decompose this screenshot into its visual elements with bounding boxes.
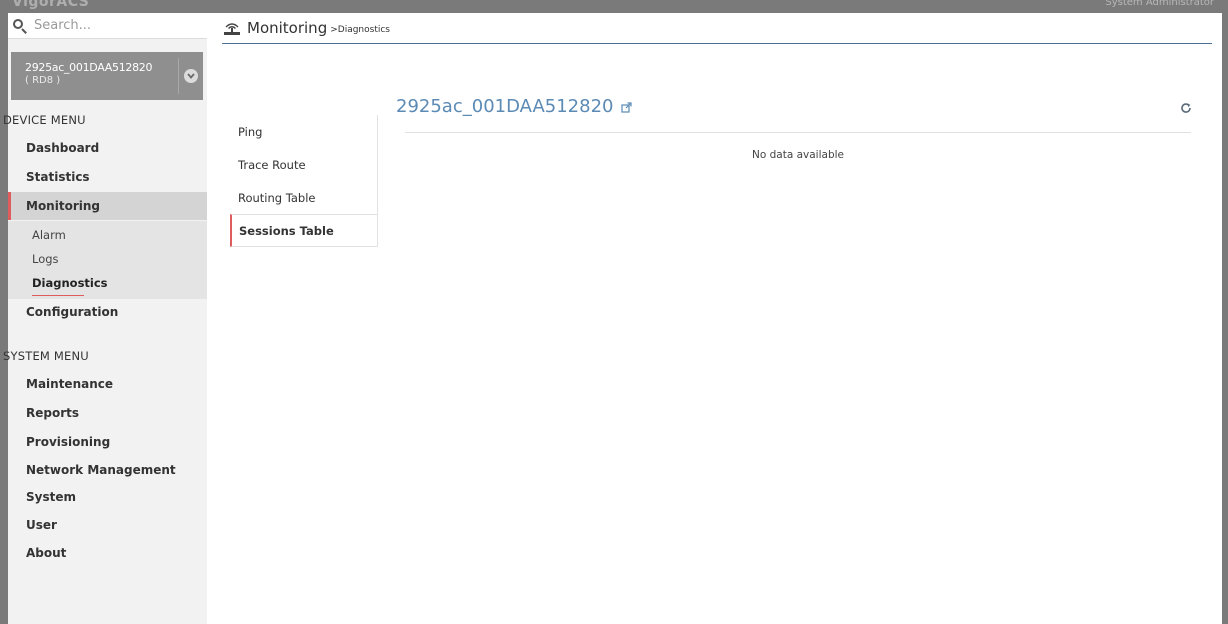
content-header: 2925ac_001DAA512820 xyxy=(396,95,633,118)
refresh-icon[interactable] xyxy=(1180,99,1192,118)
search-input[interactable] xyxy=(34,18,194,33)
sidebar-subitem-diagnostics[interactable]: Diagnostics xyxy=(8,271,207,295)
sidebar-item-reports[interactable]: Reports xyxy=(8,399,207,427)
breadcrumb: Monitoring >Diagnostics xyxy=(222,13,390,43)
main-content: Monitoring >Diagnostics Ping Trace Route… xyxy=(207,13,1222,624)
monitoring-icon xyxy=(222,20,242,36)
tab-trace-route[interactable]: Trace Route xyxy=(230,148,378,181)
header-divider xyxy=(222,43,1212,44)
empty-state-message: No data available xyxy=(752,149,844,161)
tab-routing-table[interactable]: Routing Table xyxy=(230,181,378,214)
system-menu-heading: SYSTEM MENU xyxy=(3,349,89,363)
sidebar-subitem-logs[interactable]: Logs xyxy=(8,247,207,271)
content-divider xyxy=(405,132,1191,133)
monitoring-submenu: Alarm Logs Diagnostics xyxy=(8,221,207,299)
device-title: 2925ac_001DAA512820 xyxy=(396,96,614,117)
search-icon xyxy=(12,18,28,34)
window-edge-right xyxy=(1222,13,1228,624)
sidebar-item-configuration[interactable]: Configuration xyxy=(8,298,207,326)
sidebar-item-provisioning[interactable]: Provisioning xyxy=(8,428,207,456)
app-window: VigorACS System Administrator 2925ac_001… xyxy=(0,0,1228,624)
device-selector[interactable]: 2925ac_001DAA512820 ( RD8 ) xyxy=(11,52,203,100)
window-edge-left xyxy=(0,13,8,624)
device-menu-heading: DEVICE MENU xyxy=(3,113,86,127)
sidebar-item-dashboard[interactable]: Dashboard xyxy=(8,134,207,162)
sidebar-item-network-management[interactable]: Network Management xyxy=(8,456,207,484)
sidebar: 2925ac_001DAA512820 ( RD8 ) DEVICE MENU … xyxy=(3,13,207,624)
sidebar-item-monitoring[interactable]: Monitoring xyxy=(8,192,207,220)
device-subtitle: ( RD8 ) xyxy=(25,75,61,86)
tabs-divider xyxy=(377,115,378,214)
active-indicator xyxy=(32,295,84,296)
sidebar-item-system[interactable]: System xyxy=(8,483,207,511)
top-bar: VigorACS System Administrator xyxy=(0,0,1228,13)
sidebar-item-about[interactable]: About xyxy=(8,539,207,567)
chevron-down-icon[interactable] xyxy=(184,69,198,83)
tab-sessions-table[interactable]: Sessions Table xyxy=(230,214,378,247)
search-box[interactable] xyxy=(8,13,207,39)
breadcrumb-current[interactable]: >Diagnostics xyxy=(330,25,390,35)
external-link-icon[interactable] xyxy=(621,97,633,118)
divider xyxy=(178,58,179,94)
page-title: Monitoring xyxy=(247,19,328,37)
sidebar-item-maintenance[interactable]: Maintenance xyxy=(8,370,207,398)
user-name[interactable]: System Administrator xyxy=(1105,0,1214,8)
sidebar-item-statistics[interactable]: Statistics xyxy=(8,163,207,191)
brand-logo: VigorACS xyxy=(12,0,90,10)
sidebar-item-user[interactable]: User xyxy=(8,511,207,539)
sidebar-subitem-alarm[interactable]: Alarm xyxy=(8,223,207,247)
device-name: 2925ac_001DAA512820 xyxy=(25,61,153,74)
tab-ping[interactable]: Ping xyxy=(230,115,378,148)
